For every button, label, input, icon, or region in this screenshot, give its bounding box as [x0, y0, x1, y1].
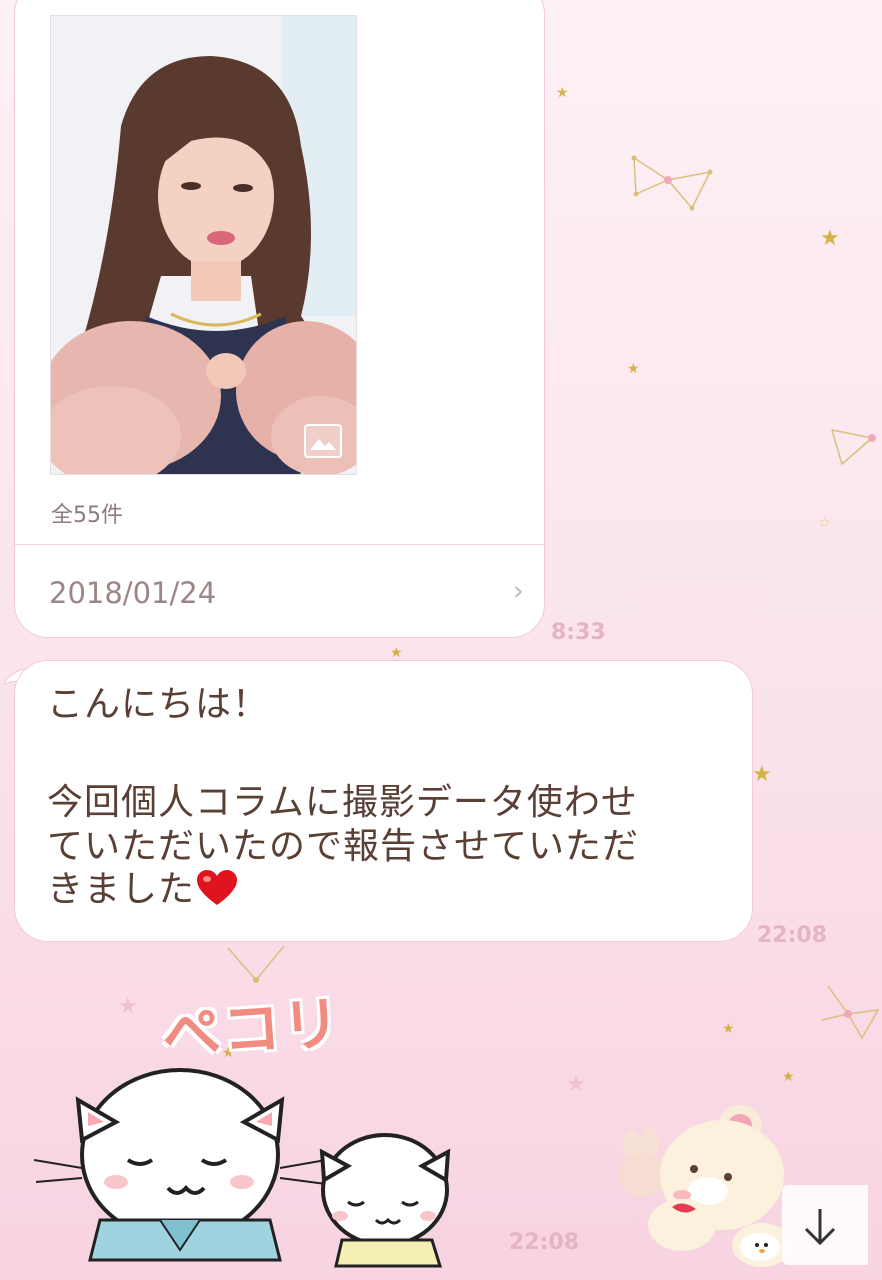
text-message-bubble[interactable]: こんにちは！ 今回個人コラムに撮影データ使わせ ていただいたので報告させていただ… — [14, 660, 753, 942]
message-line: ていただいたので報告させていただ — [47, 825, 640, 867]
album-card[interactable]: 全55件 2018/01/24 › — [14, 0, 545, 638]
star-icon: ★ — [556, 85, 569, 101]
message-time: 22:08 — [757, 923, 828, 948]
divider — [15, 544, 544, 545]
star-icon: ★ — [390, 645, 403, 661]
star-icon: ☆ — [818, 515, 831, 531]
star-icon: ★ — [566, 1072, 586, 1097]
constellation-icon — [831, 429, 876, 466]
message-body: 今回個人コラムに撮影データ使わせ ていただいたので報告させていただ きました — [47, 781, 737, 912]
star-icon: ★ — [722, 1021, 735, 1037]
message-time: 22:08 — [509, 1230, 580, 1255]
star-icon: ★ — [118, 994, 138, 1019]
message-line: 今回個人コラムに撮影データ使わせ — [47, 782, 638, 823]
album-photo[interactable] — [50, 15, 357, 475]
chevron-right-icon[interactable]: › — [513, 574, 524, 607]
star-icon: ★ — [627, 361, 640, 377]
arrow-down-icon — [804, 1209, 836, 1246]
constellation-icon — [631, 155, 713, 211]
album-photo-image — [51, 16, 356, 474]
constellation-icon — [821, 985, 880, 1040]
album-date: 2018/01/24 — [49, 576, 217, 610]
message-line: きました — [47, 868, 737, 912]
message-time: 8:33 — [551, 620, 606, 645]
sticker-text: ぺコリ — [160, 988, 345, 1070]
album-count: 全55件 — [51, 503, 123, 528]
sticker-cats-image — [33, 1068, 451, 1268]
star-icon: ★ — [820, 226, 840, 251]
heart-icon — [197, 870, 238, 906]
star-icon: ★ — [782, 1069, 795, 1085]
image-icon — [304, 424, 342, 458]
star-icon: ★ — [752, 762, 772, 787]
scroll-to-bottom-button[interactable] — [782, 1185, 868, 1265]
message-greeting: こんにちは！ — [47, 684, 270, 725]
